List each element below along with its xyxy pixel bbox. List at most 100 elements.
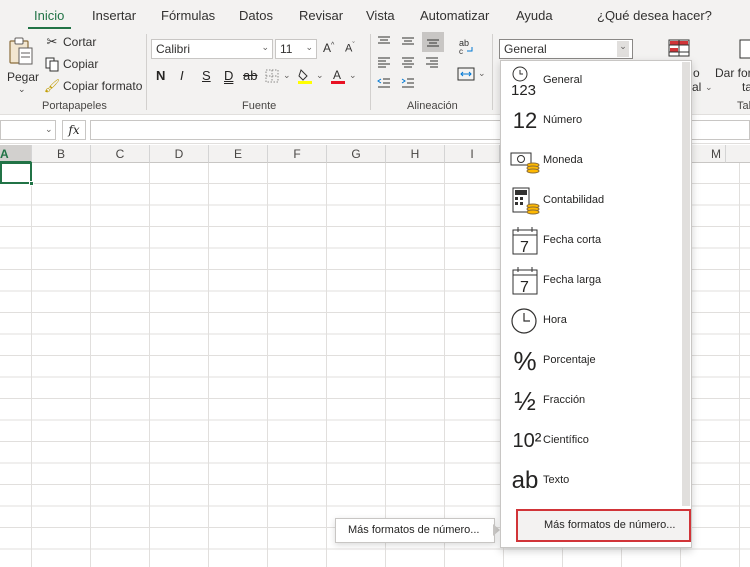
- tab-insertar[interactable]: Insertar: [92, 8, 136, 23]
- conditional-format-icon[interactable]: [667, 38, 691, 58]
- more-number-formats-label: Más formatos de número...: [544, 519, 676, 531]
- tell-me-search[interactable]: ¿Qué desea hacer?: [597, 8, 712, 23]
- column-header-m[interactable]: M: [692, 145, 726, 163]
- decrease-indent-icon[interactable]: [376, 76, 392, 90]
- format-option-label: Porcentaje: [543, 354, 596, 366]
- format-option-number[interactable]: 12 Número: [501, 101, 691, 141]
- format-option-text[interactable]: ab Texto: [501, 461, 691, 501]
- cut-button[interactable]: ✂ Cortar: [44, 34, 140, 52]
- tab-ayuda[interactable]: Ayuda: [516, 8, 553, 23]
- table-styles-label-partial: o: [693, 66, 700, 80]
- format-option-accounting[interactable]: Contabilidad: [501, 181, 691, 221]
- chevron-down-icon: ⌄: [617, 41, 629, 57]
- format-painter-button[interactable]: 🖌 Copiar formato: [44, 78, 144, 96]
- format-option-long-date[interactable]: 7 Fecha larga: [501, 261, 691, 301]
- font-group-label: Fuente: [242, 100, 277, 112]
- column-header-h[interactable]: H: [386, 145, 445, 163]
- insert-function-button[interactable]: fx: [62, 120, 86, 140]
- cell-styles-label-line2: ta: [742, 80, 750, 94]
- tab-inicio[interactable]: Inicio: [34, 8, 64, 23]
- copy-button[interactable]: Copiar: [44, 56, 140, 74]
- tooltip-arrow: [493, 524, 500, 536]
- format-option-label: Científico: [543, 434, 589, 446]
- copy-icon: [44, 56, 60, 72]
- increase-indent-icon[interactable]: [400, 76, 416, 90]
- cell-styles-label-line1: Dar for: [715, 66, 750, 80]
- text-icon: ab: [511, 467, 539, 494]
- chevron-down-icon[interactable]: ⌄: [705, 82, 713, 93]
- tab-automatizar[interactable]: Automatizar: [420, 8, 489, 23]
- format-option-currency[interactable]: Moneda: [501, 141, 691, 181]
- format-option-scientific[interactable]: 10² Científico: [501, 421, 691, 461]
- align-left-icon[interactable]: [376, 55, 392, 69]
- borders-icon[interactable]: [264, 68, 280, 84]
- tab-formulas[interactable]: Fórmulas: [161, 8, 215, 23]
- dropdown-scrollbar[interactable]: [682, 62, 690, 506]
- font-size-select[interactable]: 11 ⌄: [275, 39, 317, 59]
- chevron-down-icon[interactable]: ⌄: [283, 70, 291, 81]
- underline-button[interactable]: S: [202, 68, 211, 83]
- percent-icon: %: [513, 345, 537, 376]
- double-underline-button[interactable]: D: [224, 68, 233, 83]
- more-number-formats-button[interactable]: Más formatos de número...: [516, 509, 691, 542]
- format-option-label: Número: [543, 114, 583, 126]
- font-color-icon[interactable]: A: [329, 66, 347, 86]
- format-option-general[interactable]: 123 General: [501, 61, 691, 101]
- column-header-e[interactable]: E: [209, 145, 268, 163]
- tab-datos[interactable]: Datos: [239, 8, 273, 23]
- align-top-icon[interactable]: [376, 34, 392, 48]
- tables-group-label-partial: Tab: [737, 100, 750, 112]
- align-right-icon[interactable]: [424, 55, 440, 69]
- fill-handle[interactable]: [29, 181, 34, 186]
- paste-chevron-icon: ⌄: [18, 84, 26, 94]
- column-header-g[interactable]: G: [327, 145, 386, 163]
- strikethrough-button[interactable]: ab: [243, 68, 257, 83]
- fill-color-icon[interactable]: [296, 66, 314, 86]
- clipboard-group-label: Portapapeles: [42, 100, 107, 112]
- format-option-short-date[interactable]: 7 Fecha corta: [501, 221, 691, 261]
- svg-text:c: c: [459, 47, 463, 55]
- shrink-font-icon[interactable]: Aˇ: [345, 42, 355, 55]
- merge-cells-icon[interactable]: [456, 66, 476, 82]
- calendar-icon: 7: [509, 225, 541, 257]
- font-name-select[interactable]: Calibri ⌄: [151, 39, 273, 59]
- active-cell-a1[interactable]: [0, 162, 32, 184]
- format-as-table-icon[interactable]: [739, 38, 750, 60]
- chevron-down-icon[interactable]: ⌄: [349, 70, 357, 81]
- column-header-n-partial[interactable]: [726, 145, 750, 163]
- column-header-c[interactable]: C: [91, 145, 150, 163]
- paintbrush-icon: 🖌: [43, 78, 61, 93]
- chevron-down-icon[interactable]: ⌄: [478, 68, 486, 79]
- bold-button[interactable]: N: [156, 68, 165, 83]
- active-tab-underline: [28, 27, 71, 29]
- format-option-percent[interactable]: % Porcentaje: [501, 341, 691, 381]
- font-name-value: Calibri: [156, 42, 191, 56]
- scientific-icon: 10²: [512, 429, 542, 452]
- format-option-time[interactable]: Hora: [501, 301, 691, 341]
- column-header-f[interactable]: F: [268, 145, 327, 163]
- copy-label: Copiar: [63, 57, 99, 71]
- tab-revisar[interactable]: Revisar: [299, 8, 343, 23]
- fraction-icon: ½: [514, 385, 536, 416]
- font-size-value: 11: [280, 42, 293, 56]
- italic-button[interactable]: I: [180, 68, 184, 83]
- align-bottom-icon[interactable]: [422, 32, 444, 52]
- number-format-dropdown: 123 General 12 Número Moneda Contabilida…: [500, 60, 692, 548]
- align-middle-icon[interactable]: [400, 34, 416, 48]
- number-format-select[interactable]: General ⌄: [499, 39, 633, 59]
- align-center-icon[interactable]: [400, 55, 416, 69]
- format-option-fraction[interactable]: ½ Fracción: [501, 381, 691, 421]
- column-header-b[interactable]: B: [32, 145, 91, 163]
- wrap-text-icon[interactable]: ab c: [456, 36, 478, 56]
- column-header-a[interactable]: A: [0, 145, 32, 163]
- paste-button[interactable]: Pegar ⌄: [4, 34, 39, 94]
- grow-font-icon[interactable]: A^: [323, 41, 334, 55]
- accounting-icon: [509, 185, 541, 217]
- column-header-d[interactable]: D: [150, 145, 209, 163]
- column-header-i[interactable]: I: [445, 145, 500, 163]
- name-box[interactable]: ⌄: [0, 120, 56, 140]
- number-icon: 12: [512, 108, 538, 133]
- chevron-down-icon[interactable]: ⌄: [316, 70, 324, 81]
- format-option-label: Fracción: [543, 394, 586, 406]
- tab-vista[interactable]: Vista: [366, 8, 395, 23]
